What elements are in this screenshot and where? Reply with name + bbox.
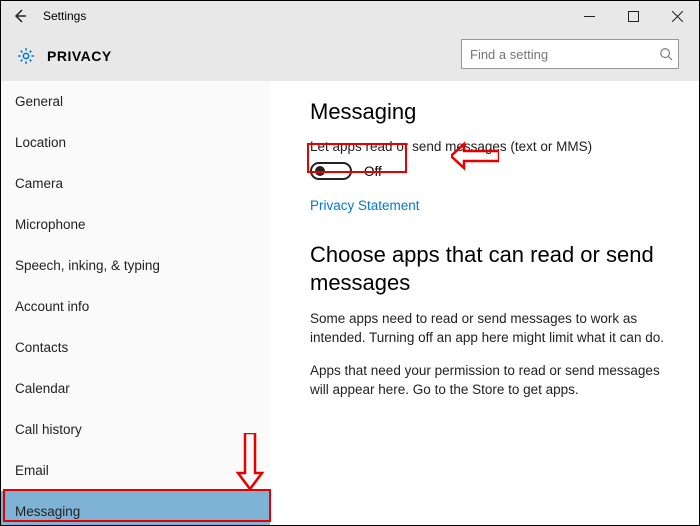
search-input[interactable]	[462, 47, 654, 62]
choose-apps-section: Choose apps that can read or send messag…	[310, 241, 671, 400]
search-box[interactable]	[461, 39, 679, 69]
sidebar-item-messaging[interactable]: Messaging	[1, 491, 270, 525]
sidebar-item-location[interactable]: Location	[1, 122, 270, 163]
toggle-row: Off	[310, 162, 671, 180]
sidebar-item-label: Account info	[15, 299, 89, 314]
sidebar-item-calendar[interactable]: Calendar	[1, 368, 270, 409]
section-heading: Choose apps that can read or send messag…	[310, 241, 671, 296]
sidebar-item-email[interactable]: Email	[1, 450, 270, 491]
page-heading: Messaging	[310, 99, 671, 125]
sidebar-item-label: Calendar	[15, 381, 70, 396]
sidebar-item-label: Microphone	[15, 217, 86, 232]
sidebar-item-general[interactable]: General	[1, 81, 270, 122]
toggle-knob	[315, 166, 325, 176]
sidebar-item-label: Contacts	[15, 340, 68, 355]
back-button[interactable]	[7, 3, 33, 29]
sidebar-item-camera[interactable]: Camera	[1, 163, 270, 204]
sidebar-item-label: General	[15, 94, 63, 109]
sidebar-item-microphone[interactable]: Microphone	[1, 204, 270, 245]
sidebar-item-account-info[interactable]: Account info	[1, 286, 270, 327]
content: Messaging Let apps read or send messages…	[270, 81, 699, 525]
sidebar-item-contacts[interactable]: Contacts	[1, 327, 270, 368]
toggle-state-label: Off	[364, 164, 382, 179]
toggle-description: Let apps read or send messages (text or …	[310, 139, 671, 154]
sidebar: General Location Camera Microphone Speec…	[1, 81, 270, 525]
sidebar-item-label: Messaging	[15, 504, 80, 519]
close-button[interactable]	[655, 1, 699, 31]
window-title: Settings	[43, 9, 86, 23]
sidebar-item-label: Camera	[15, 176, 63, 191]
window-controls	[567, 1, 699, 31]
header-title: PRIVACY	[47, 48, 112, 64]
sidebar-item-speech[interactable]: Speech, inking, & typing	[1, 245, 270, 286]
gear-icon	[15, 45, 37, 67]
privacy-statement-link[interactable]: Privacy Statement	[310, 198, 420, 213]
titlebar: Settings	[1, 1, 699, 31]
sidebar-item-label: Speech, inking, & typing	[15, 258, 160, 273]
search-icon[interactable]	[654, 47, 678, 61]
header: PRIVACY	[1, 31, 699, 81]
section-para-2: Apps that need your permission to read o…	[310, 362, 671, 400]
sidebar-item-label: Location	[15, 135, 66, 150]
minimize-button[interactable]	[567, 1, 611, 31]
sidebar-item-label: Email	[15, 463, 49, 478]
section-para-1: Some apps need to read or send messages …	[310, 310, 671, 348]
body: General Location Camera Microphone Speec…	[1, 81, 699, 525]
sidebar-item-label: Call history	[15, 422, 82, 437]
maximize-button[interactable]	[611, 1, 655, 31]
messaging-toggle[interactable]	[310, 162, 352, 180]
sidebar-item-call-history[interactable]: Call history	[1, 409, 270, 450]
